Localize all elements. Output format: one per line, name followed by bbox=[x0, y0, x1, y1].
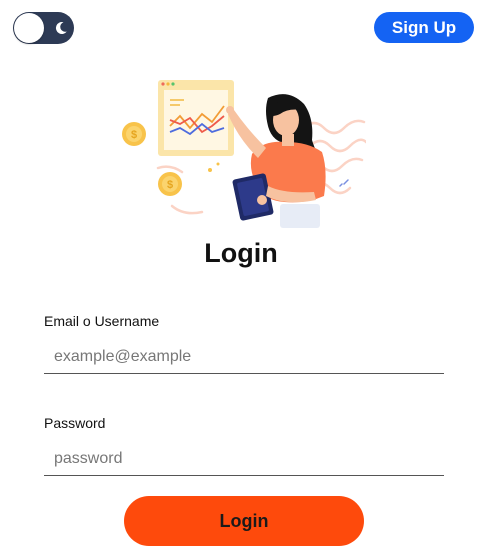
email-input[interactable] bbox=[44, 340, 444, 374]
woman-presenting-chart-illustration: $ $ bbox=[122, 80, 366, 228]
svg-text:$: $ bbox=[131, 129, 137, 141]
moon-icon bbox=[55, 21, 67, 34]
toggle-knob[interactable] bbox=[14, 13, 44, 43]
password-label: Password bbox=[44, 415, 106, 431]
email-label: Email o Username bbox=[44, 313, 160, 329]
coin-icon: $ bbox=[122, 122, 146, 146]
theme-toggle[interactable] bbox=[13, 12, 74, 44]
svg-text:$: $ bbox=[167, 179, 173, 191]
page-title: Login bbox=[204, 238, 278, 268]
login-page: Sign Up $ $ Login Email o Username examp… bbox=[0, 0, 482, 558]
woman-figure bbox=[226, 94, 326, 228]
signup-button[interactable]: Sign Up bbox=[374, 12, 474, 43]
coin-icon: $ bbox=[158, 172, 182, 196]
chart-window bbox=[158, 80, 234, 156]
login-button[interactable]: Login bbox=[124, 496, 364, 546]
password-input[interactable] bbox=[44, 442, 444, 476]
